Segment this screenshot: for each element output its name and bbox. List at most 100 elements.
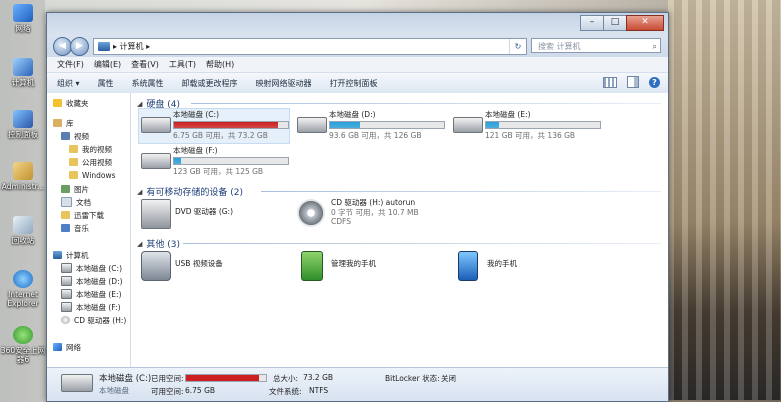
nav-public-videos[interactable]: 公用视频: [69, 156, 112, 168]
help-icon[interactable]: ?: [649, 76, 660, 88]
hard-drive-icon: [297, 117, 327, 133]
nav-network[interactable]: 网络: [53, 341, 81, 353]
nav-drive-d[interactable]: 本地磁盘 (D:): [61, 275, 123, 287]
dvd-drive-icon: [141, 199, 171, 229]
details-total-value: 73.2 GB: [303, 373, 334, 382]
details-usage-bar: [185, 374, 267, 382]
drive-tile-d[interactable]: 本地磁盘 (D:) 93.6 GB 可用，共 126 GB: [295, 109, 445, 143]
properties-button[interactable]: 属性: [98, 78, 114, 89]
nav-pictures[interactable]: 图片: [61, 183, 89, 195]
device-tile-usb-video[interactable]: USB 视频设备: [139, 249, 289, 285]
details-free-value: 6.75 GB: [185, 386, 216, 395]
hard-drive-icon: [61, 302, 72, 312]
desktop-icon-network[interactable]: 网络: [0, 4, 46, 33]
computer-icon: [53, 251, 62, 259]
android-phone-icon: [301, 251, 323, 281]
hard-drive-icon: [141, 153, 171, 169]
hard-drive-icon: [61, 374, 93, 392]
device-tile-manage-phone[interactable]: 管理我的手机: [295, 249, 445, 285]
preview-pane-icon[interactable]: [627, 76, 639, 88]
details-fs-label: 文件系统:: [269, 387, 302, 396]
address-bar[interactable]: ▸ 计算机 ▸ ↻: [93, 38, 527, 55]
details-total-label: 总大小:: [273, 374, 299, 383]
computer-icon: [98, 42, 110, 51]
forward-button[interactable]: ▶: [70, 37, 89, 56]
drive-usage-fill-e: [486, 122, 499, 128]
nav-drive-c[interactable]: 本地磁盘 (C:): [61, 262, 122, 274]
menu-file[interactable]: 文件(F): [57, 59, 84, 70]
collapse-triangle-icon: ◢: [137, 239, 143, 248]
device-tile-my-phone[interactable]: 我的手机: [451, 249, 601, 285]
ie-icon: [13, 270, 33, 288]
change-view-icon[interactable]: [603, 76, 617, 88]
star-icon: [53, 99, 62, 107]
nav-music[interactable]: 音乐: [61, 222, 89, 234]
details-used-label: 已用空间:: [151, 374, 184, 383]
device-tile-dvd[interactable]: DVD 驱动器 (G:): [139, 197, 289, 233]
desktop-icon-360[interactable]: 360安全上网器6: [0, 326, 46, 364]
hard-drive-icon: [453, 117, 483, 133]
desktop-icon-recycle-bin[interactable]: 回收站: [0, 216, 46, 245]
open-control-panel-button[interactable]: 打开控制面板: [330, 78, 378, 89]
drive-tile-e[interactable]: 本地磁盘 (E:) 121 GB 可用，共 136 GB: [451, 109, 601, 143]
cd-drive-icon: [297, 199, 325, 227]
nav-windows-folder[interactable]: Windows: [69, 169, 115, 181]
nav-computer[interactable]: 计算机: [53, 249, 89, 261]
title-bar[interactable]: – □ ✕: [47, 13, 668, 35]
drive-usage-bar-d: [329, 121, 445, 129]
nav-my-videos[interactable]: 我的视频: [69, 143, 112, 155]
drive-tile-f[interactable]: 本地磁盘 (F:) 123 GB 可用，共 125 GB: [139, 145, 289, 179]
minimize-button[interactable]: –: [580, 15, 604, 31]
network-icon: [53, 343, 62, 351]
details-drive-type: 本地磁盘: [99, 386, 129, 395]
uninstall-program-button[interactable]: 卸载或更改程序: [182, 78, 238, 89]
maximize-button[interactable]: □: [603, 15, 627, 31]
drive-usage-bar-f: [173, 157, 289, 165]
menu-help[interactable]: 帮助(H): [206, 59, 234, 70]
nav-videos[interactable]: 视频: [61, 130, 89, 142]
video-library-icon: [61, 132, 70, 140]
drive-usage-fill-f: [174, 158, 181, 164]
picture-library-icon: [61, 185, 70, 193]
map-network-drive-button[interactable]: 映射网络驱动器: [256, 78, 312, 89]
collapse-triangle-icon: ◢: [137, 187, 143, 196]
nav-drive-e[interactable]: 本地磁盘 (E:): [61, 288, 122, 300]
system-properties-button[interactable]: 系统属性: [132, 78, 164, 89]
desktop-icon-ie[interactable]: Internet Explorer: [0, 270, 46, 308]
music-library-icon: [61, 224, 70, 232]
desktop-icon-computer[interactable]: 计算机: [0, 58, 46, 87]
address-row: ◀ ▶ ▸ 计算机 ▸ ↻ 搜索 计算机 ⌕: [47, 35, 668, 57]
menu-edit[interactable]: 编辑(E): [94, 59, 121, 70]
group-divider: [191, 103, 661, 104]
hard-drive-icon: [61, 289, 72, 299]
refresh-button[interactable]: ↻: [509, 39, 526, 54]
nav-thunder-downloads[interactable]: 迅雷下载: [61, 209, 104, 221]
menu-tools[interactable]: 工具(T): [169, 59, 196, 70]
folder-icon: [69, 158, 78, 166]
nav-libraries[interactable]: 库: [53, 117, 74, 129]
hard-drive-icon: [61, 276, 72, 286]
details-bitlocker-value: 关闭: [441, 374, 456, 383]
search-input[interactable]: 搜索 计算机 ⌕: [531, 38, 661, 53]
desktop-icon-control-panel[interactable]: 控制面板: [0, 110, 46, 139]
nav-favorites[interactable]: 收藏夹: [53, 97, 89, 109]
browser-360-icon: [13, 326, 33, 344]
navigation-pane[interactable]: 收藏夹 库 视频 我的视频 公用视频 Windows 图片 文档 迅雷下载 音乐…: [47, 93, 131, 368]
device-tile-cd[interactable]: CD 驱动器 (H:) autorun 0 字节 可用，共 10.7 MB CD…: [295, 197, 445, 233]
nav-documents[interactable]: 文档: [61, 196, 91, 208]
group-divider: [183, 243, 661, 244]
nav-drive-f[interactable]: 本地磁盘 (F:): [61, 301, 121, 313]
details-drive-name: 本地磁盘 (C:): [99, 374, 152, 384]
nav-cd-drive-h[interactable]: CD 驱动器 (H:): [61, 314, 126, 326]
desktop-icons: 网络 计算机 控制面板 Administr... 回收站 Internet Ex…: [0, 0, 46, 400]
desktop-icon-admin[interactable]: Administr...: [0, 162, 46, 191]
user-folder-icon: [13, 162, 33, 180]
organize-button[interactable]: 组织 ▾: [57, 78, 80, 89]
address-path: ▸ 计算机 ▸: [113, 42, 151, 51]
menu-view[interactable]: 查看(V): [131, 59, 159, 70]
close-button[interactable]: ✕: [626, 15, 664, 31]
webcam-icon: [141, 251, 171, 281]
details-bitlocker-label: BitLocker 状态:: [385, 374, 440, 383]
drive-usage-bar-c: [173, 121, 289, 129]
drive-tile-c[interactable]: 本地磁盘 (C:) 6.75 GB 可用，共 73.2 GB: [138, 108, 290, 144]
